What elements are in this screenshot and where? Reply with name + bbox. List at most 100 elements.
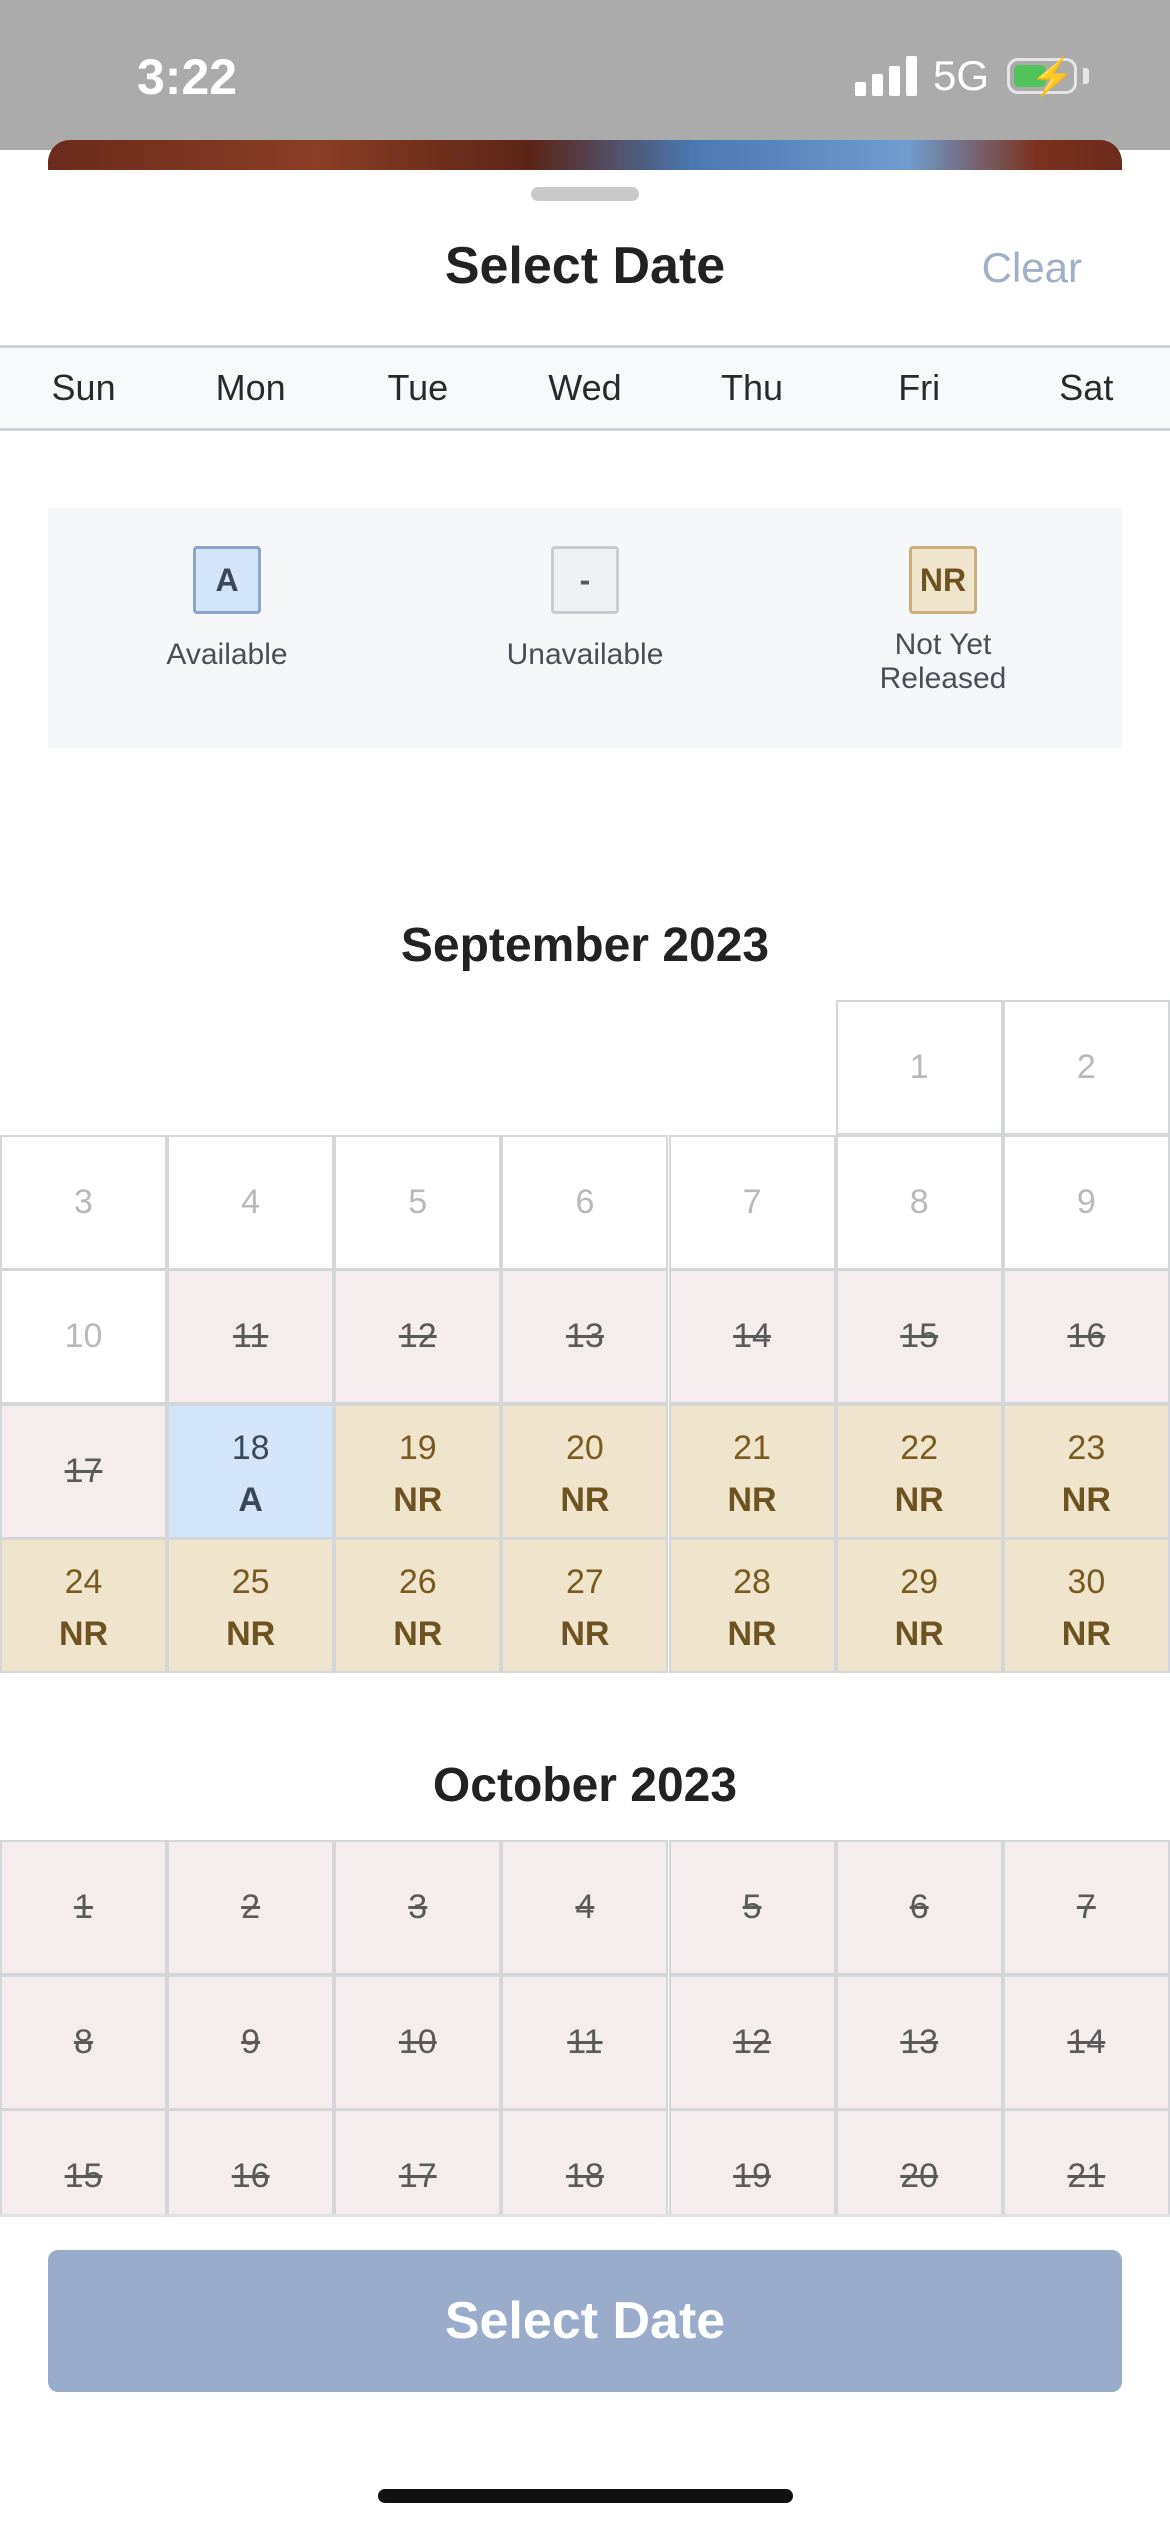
day-number: 7 (1076, 1888, 1096, 1926)
day-cell: 2 (1002, 1000, 1170, 1135)
legend-unavailable-box: - (551, 546, 619, 614)
day-number: 19 (733, 2157, 771, 2195)
day-cell: 7 (668, 1134, 836, 1270)
day-number: 16 (1067, 1317, 1106, 1355)
day-cell[interactable]: 22 NR (835, 1403, 1003, 1539)
day-number: 8 (909, 1182, 929, 1221)
day-cell[interactable]: 30 NR (1002, 1538, 1170, 1673)
day-cell[interactable]: 21 NR (668, 1403, 836, 1539)
day-cell[interactable]: 26 NR (334, 1538, 502, 1673)
day-number: 3 (74, 1182, 93, 1221)
day-number: 21 (1067, 2157, 1106, 2195)
day-cell: 5 (334, 1134, 502, 1270)
day-number: 30 (1067, 1563, 1106, 1601)
day-number: 10 (64, 1317, 103, 1355)
day-number: 18 (565, 2157, 604, 2195)
day-cell: 13 (501, 1269, 669, 1404)
day-cell: 10 (0, 1269, 167, 1404)
weekday-fri: Fri (898, 367, 941, 408)
weekday-sat: Sat (1059, 367, 1114, 408)
signal-icon (855, 56, 917, 96)
day-status: NR (894, 1480, 944, 1519)
day-number: 11 (567, 2022, 603, 2061)
battery-cap (1083, 68, 1089, 84)
day-number: 24 (64, 1563, 103, 1601)
day-status: NR (560, 1615, 610, 1653)
day-number: 4 (575, 1888, 595, 1926)
day-number: 17 (64, 1451, 103, 1490)
day-cell[interactable]: 28 NR (668, 1538, 836, 1673)
weekday-header: Sun Mon Tue Wed Thu Fri Sat (0, 345, 1170, 431)
day-number: 18 (231, 1428, 270, 1467)
day-number: 2 (1076, 1048, 1096, 1086)
day-number: 3 (408, 1888, 428, 1926)
day-cell: 9 (1002, 1134, 1170, 1270)
day-cell[interactable]: 20 NR (501, 1403, 669, 1539)
day-cell[interactable]: 19 NR (334, 1403, 502, 1539)
day-number: 4 (241, 1182, 261, 1221)
day-cell: 11 (501, 1974, 669, 2110)
day-cell: 9 (167, 1974, 335, 2110)
legend-unavailable-label: Unavailable (506, 638, 664, 671)
day-cell[interactable]: 29 NR (835, 1538, 1003, 1673)
day-number: 5 (742, 1888, 762, 1926)
day-number: 23 (1067, 1428, 1106, 1467)
day-status: NR (58, 1615, 109, 1653)
clear-button[interactable]: Clear (982, 244, 1082, 292)
day-number: 19 (398, 1428, 437, 1467)
legend-available: A Available (48, 546, 406, 672)
day-status: A (238, 1480, 263, 1519)
day-cell: 15 (835, 1269, 1003, 1404)
day-number: 15 (64, 2157, 103, 2195)
day-status: NR (727, 1480, 777, 1519)
day-cell: 17 (0, 1403, 167, 1539)
day-cell: 14 (668, 1269, 836, 1404)
day-number: 14 (1067, 2022, 1106, 2061)
day-number: 10 (398, 2022, 437, 2061)
day-cell: 3 (0, 1134, 167, 1270)
day-number: 8 (74, 2022, 93, 2061)
select-date-button[interactable]: Select Date (48, 2250, 1122, 2392)
day-number: 9 (241, 2022, 261, 2061)
day-number: 6 (909, 1888, 929, 1926)
day-cell[interactable]: 18 A (167, 1403, 335, 1539)
day-number: 28 (733, 1563, 771, 1601)
day-cell: 12 (334, 1269, 502, 1404)
weekday-mon: Mon (215, 367, 286, 408)
day-number: 20 (900, 2157, 939, 2195)
sheet-grabber[interactable] (531, 187, 639, 201)
day-cell: 13 (835, 1974, 1003, 2110)
day-number: 2 (241, 1888, 261, 1926)
day-number: 12 (733, 2022, 771, 2061)
legend-not-released-label: Not Yet Released (879, 628, 1007, 695)
weekday-thu: Thu (721, 367, 784, 408)
day-number: 16 (231, 2157, 270, 2195)
legend-not-released: NR Not Yet Released (764, 546, 1122, 696)
day-cell: 16 (1002, 1269, 1170, 1404)
day-status: NR (393, 1615, 443, 1653)
day-cell: 10 (334, 1974, 502, 2110)
day-cell: 8 (0, 1974, 167, 2110)
day-status: NR (894, 1615, 944, 1653)
day-cell[interactable]: 25 NR (167, 1538, 335, 1673)
day-cell: 6 (835, 1840, 1003, 1975)
day-cell: 7 (1002, 1840, 1170, 1975)
day-number: 12 (398, 1317, 437, 1355)
day-number: 13 (900, 2022, 939, 2061)
day-cell[interactable]: 27 NR (501, 1538, 669, 1673)
status-bar: 3:22 5G ⚡ (0, 0, 1170, 150)
home-indicator (378, 2489, 793, 2503)
legend-available-box: A (193, 546, 261, 614)
day-number: 27 (565, 1563, 604, 1601)
day-number: 14 (733, 1317, 771, 1355)
day-number: 20 (565, 1428, 604, 1467)
legend-available-label: Available (166, 638, 288, 671)
battery-icon: ⚡ (1007, 57, 1077, 97)
weekday-tue: Tue (387, 367, 449, 408)
day-number: 22 (900, 1428, 939, 1467)
day-number: 5 (408, 1182, 428, 1221)
day-cell: 12 (668, 1974, 836, 2110)
day-cell[interactable]: 24 NR (0, 1538, 167, 1673)
day-number: 7 (742, 1182, 762, 1221)
day-cell[interactable]: 23 NR (1002, 1403, 1170, 1539)
